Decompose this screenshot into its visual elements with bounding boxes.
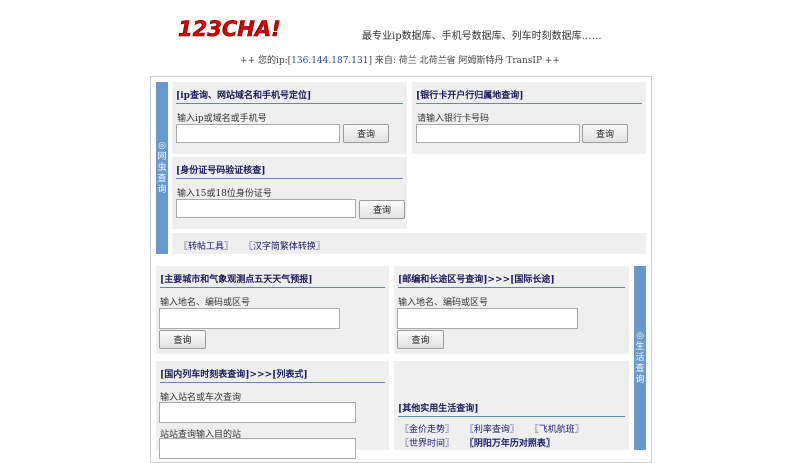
- postal-input[interactable]: [397, 308, 578, 329]
- id-number-input[interactable]: [176, 199, 356, 218]
- other-life-title: [其他实用生活查询]: [398, 401, 625, 417]
- weather-panel: [主要城市和气象观测点五天天气预报] 输入地名、编码或区号 查询: [156, 266, 389, 354]
- bank-query-button[interactable]: 查询: [582, 124, 628, 143]
- link-lunar-calendar[interactable]: 〖阴阳万年历对照表〗: [465, 439, 555, 449]
- ip-location: ] 来自: 荷兰 北荷兰省 阿姆斯特丹 TransIP ++: [368, 56, 560, 66]
- train-destination-input[interactable]: [159, 438, 356, 459]
- weather-title[interactable]: [主要城市和气象观测点五天天气预报]: [160, 272, 385, 288]
- slogan: 最专业ip数据库、手机号数据库、列车时刻数据库……: [362, 31, 602, 42]
- id-query-title[interactable]: [身份证号码验证核查]: [176, 163, 403, 179]
- weather-query-button[interactable]: 查询: [159, 330, 206, 349]
- tool-link-chinese-convert[interactable]: 〖汉字简繁体转换〗: [244, 242, 325, 252]
- postal-title[interactable]: [邮编和长途区号查询]>>>[国际长途]: [398, 272, 625, 288]
- train-station-input[interactable]: [159, 402, 356, 423]
- section-label-life: ◎生活查询: [635, 330, 645, 385]
- bank-query-label: 请输入银行卡号码: [417, 114, 490, 124]
- link-flights[interactable]: 〖飞机航班〗: [530, 425, 584, 435]
- id-query-button[interactable]: 查询: [359, 200, 405, 219]
- bank-query-panel: [银行卡开户行归属地查询] 请输入银行卡号码 查询: [412, 82, 646, 154]
- section-bar-life: ◎生活查询: [634, 266, 646, 450]
- train-panel: [国内列车时刻表查询]>>>[列表式] 输入站名或车次查询 站站查询输入目的站: [156, 361, 389, 459]
- postal-label: 输入地名、编码或区号: [398, 298, 489, 308]
- train-title[interactable]: [国内列车时刻表查询]>>>[列表式]: [160, 367, 385, 383]
- ip-info-line: ++ 您的ip:[136.144.187.131] 来自: 荷兰 北荷兰省 阿姆…: [0, 53, 800, 66]
- id-query-label: 输入15或18位身份证号: [177, 189, 272, 199]
- ip-query-label: 输入ip或域名或手机号: [177, 114, 267, 124]
- weather-input[interactable]: [159, 308, 340, 329]
- ip-query-title[interactable]: [ip查询、网站域名和手机号定位]: [176, 88, 403, 104]
- bank-card-input[interactable]: [416, 124, 580, 143]
- logo[interactable]: 123CHA!: [176, 15, 280, 41]
- logo-text: 123CHA!: [178, 17, 280, 41]
- other-life-panel: [其他实用生活查询] 〖金价走势〗 〖利率查询〗 〖飞机航班〗 〖世界时间〗 〖…: [394, 361, 629, 450]
- postal-query-button[interactable]: 查询: [397, 330, 444, 349]
- tools-row: 〖转帖工具〗 〖汉字简繁体转换〗: [172, 233, 646, 254]
- link-interest-rate[interactable]: 〖利率查询〗: [465, 425, 519, 435]
- ip-prefix: ++ 您的ip:[: [240, 56, 292, 66]
- tool-link-repost[interactable]: 〖转帖工具〗: [179, 242, 233, 252]
- postal-panel: [邮编和长途区号查询]>>>[国际长途] 输入地名、编码或区号 查询: [394, 266, 629, 354]
- link-world-time[interactable]: 〖世界时间〗: [400, 439, 454, 449]
- section-bar-web: ◎网虫查询: [156, 82, 168, 254]
- id-query-panel: [身份证号码验证核查] 输入15或18位身份证号 查询: [172, 157, 407, 229]
- ip-query-button[interactable]: 查询: [343, 124, 389, 143]
- bank-query-title[interactable]: [银行卡开户行归属地查询]: [416, 88, 642, 104]
- section-label-web: ◎网虫查询: [157, 140, 167, 195]
- link-gold-price[interactable]: 〖金价走势〗: [400, 425, 454, 435]
- ip-query-panel: [ip查询、网站域名和手机号定位] 输入ip或域名或手机号 查询: [172, 82, 407, 154]
- user-ip[interactable]: 136.144.187.131: [291, 56, 368, 66]
- weather-label: 输入地名、编码或区号: [160, 298, 251, 308]
- ip-query-input[interactable]: [176, 124, 340, 143]
